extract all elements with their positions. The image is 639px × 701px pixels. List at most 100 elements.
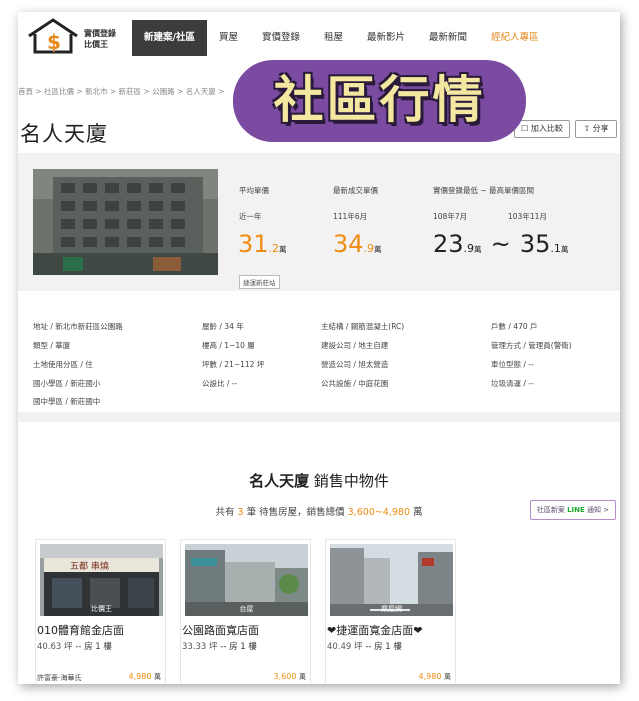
for-sale-title-rest: 銷售中物件: [313, 472, 389, 490]
listing-name[interactable]: ❤捷運面寬金店面❤: [327, 622, 422, 638]
listing-card[interactable]: 五都 串燒 比價王 010體育館金店面 40.63 坪 -- 房 1 樓 許富豪…: [35, 539, 166, 684]
share-button[interactable]: ⇧ 分享: [575, 120, 617, 138]
listing-price: 4,980 萬: [129, 672, 161, 682]
low-price-date: 108年7月: [433, 212, 468, 221]
logo-line-2: 比價王: [84, 40, 108, 49]
low-price-unit: 萬: [474, 245, 482, 254]
nav-new-projects[interactable]: 新建案/社區: [132, 20, 207, 56]
site-logo[interactable]: $ 實價登錄 比價王: [26, 16, 130, 60]
detail-zoning: 土地使用分區 / 住: [33, 360, 93, 369]
building-photo[interactable]: [33, 169, 218, 275]
listing-price-unit: 萬: [444, 673, 451, 681]
listing-card[interactable]: 樂屋網 ❤捷運面寬金店面❤ 40.49 坪 -- 房 1 樓 4,980 萬: [325, 539, 456, 684]
latest-price-date: 111年6月: [333, 212, 368, 221]
low-price-dec: .9: [463, 242, 475, 255]
detail-builder: 建設公司 / 地主自建: [321, 341, 389, 350]
low-price-int: 23: [433, 230, 464, 258]
community-details: 地址 / 新北市新莊區公園路 類型 / 華廈 土地使用分區 / 住 國小學區 /…: [18, 292, 620, 414]
latest-price-value: 34.9萬: [333, 230, 382, 258]
share-icon: ⇧: [583, 124, 591, 133]
nav-transaction-records[interactable]: 實價登錄: [250, 20, 312, 56]
listing-price-value: 4,980: [128, 672, 152, 681]
high-price-int: 35: [519, 230, 551, 258]
page-frame: $ 實價登錄 比價王 新建案/社區 買屋 實價登錄 租屋 最新影片 最新新聞 經…: [18, 12, 620, 684]
line-notify-prefix: 社區新案: [536, 506, 565, 514]
detail-households: 戶數 / 470 戶: [491, 322, 538, 331]
avg-price-dec: .2: [268, 242, 280, 255]
listing-price: 4,980 萬: [419, 672, 451, 682]
nav-buy[interactable]: 買屋: [207, 20, 250, 56]
line-notify-suffix: 通知 >: [587, 506, 610, 514]
listing-watermark: 樂屋網: [381, 605, 402, 613]
latest-price-dec: .9: [363, 242, 375, 255]
detail-garbage: 垃圾清運 / --: [491, 379, 534, 388]
detail-facilities: 公共設施 / 中庭花園: [321, 379, 389, 388]
listing-photo[interactable]: 五都 串燒 比價王: [40, 544, 163, 616]
page-title: 名人天廈: [20, 122, 108, 146]
detail-age: 屋齡 / 34 年: [202, 322, 244, 331]
avg-price-period: 近一年: [239, 212, 262, 221]
detail-parking: 車位型態 / --: [491, 360, 534, 369]
nav-agent-area[interactable]: 經紀人專區: [479, 20, 551, 56]
latest-price-int: 34: [333, 230, 364, 258]
listing-rooms: -- 房 1 樓: [220, 642, 257, 652]
detail-address: 地址 / 新北市新莊區公園路: [33, 322, 123, 331]
listing-price-unit: 萬: [154, 673, 161, 681]
breadcrumb[interactable]: 首頁 > 社區比價 > 新北市 > 新莊區 > 公園路 > 名人天廈 >: [18, 86, 224, 97]
price-range-label: 實價登錄最低 ~ 最高單價區間: [433, 186, 535, 195]
detail-middle: 國中學區 / 新莊國中: [33, 397, 101, 406]
price-panel: 平均單價 近一年 31.2萬 最新成交單價 111年6月 34.9萬 實價登錄最…: [18, 153, 620, 291]
summary-prefix: 共有: [215, 507, 235, 518]
summary-range: 3,600~4,980: [347, 507, 410, 518]
range-tilde: ~: [490, 230, 511, 258]
building-image: [33, 169, 218, 275]
listing-size: 33.33 坪: [182, 642, 218, 652]
line-word: LINE: [567, 506, 585, 514]
price-range-value: 23.9萬 ~ 35.1萬: [433, 230, 568, 258]
listing-size: 40.63 坪: [37, 642, 73, 652]
nav-videos[interactable]: 最新影片: [355, 20, 417, 56]
nav-rent[interactable]: 租屋: [312, 20, 355, 56]
listing-spec: 40.49 坪 -- 房 1 樓: [327, 640, 402, 652]
high-price-dec: .1: [550, 242, 561, 255]
listing-size: 40.49 坪: [327, 642, 363, 652]
listing-spec: 40.63 坪 -- 房 1 樓: [37, 640, 112, 652]
house-dollar-icon: $: [28, 18, 78, 54]
section-divider: [18, 412, 620, 422]
logo-line-1: 實價登錄: [84, 29, 116, 38]
nav-news[interactable]: 最新新聞: [417, 20, 479, 56]
avg-price-label: 平均單價: [239, 186, 269, 195]
detail-structure: 主結構 / 鋼筋混凝土(RC): [321, 322, 405, 331]
avg-price-value: 31.2萬: [238, 230, 287, 258]
detail-contractor: 營造公司 / 旭太營造: [321, 360, 389, 369]
listing-card[interactable]: 台屋 公園路面寬店面 33.33 坪 -- 房 1 樓 3,600 萬: [180, 539, 311, 684]
line-notify-button[interactable]: 社區新案 LINE 通知 >: [530, 500, 616, 520]
logo-text: 實價登錄 比價王: [84, 28, 116, 50]
title-banner: 社區行情: [233, 60, 526, 142]
top-navigation-bar: $ 實價登錄 比價王 新建案/社區 買屋 實價登錄 租屋 最新影片 最新新聞 經…: [18, 12, 620, 64]
listing-name[interactable]: 010體育館金店面: [37, 622, 124, 638]
share-label: 分享: [592, 124, 609, 133]
for-sale-title: 名人天廈 銷售中物件: [18, 470, 620, 491]
detail-type: 類型 / 華廈: [33, 341, 71, 350]
detail-floors: 樓高 / 1~10 層: [202, 341, 255, 350]
listing-photo[interactable]: 樂屋網: [330, 544, 453, 616]
for-sale-title-name: 名人天廈: [249, 472, 310, 490]
banner-text: 社區行情: [273, 71, 486, 129]
avg-price-int: 31: [238, 230, 269, 258]
listing-price-unit: 萬: [299, 673, 306, 681]
svg-text:五都 串燒: 五都 串燒: [70, 560, 109, 572]
listing-name[interactable]: 公園路面寬店面: [182, 622, 259, 638]
add-compare-label: 加入比較: [530, 124, 563, 133]
main-nav: 新建案/社區 買屋 實價登錄 租屋 最新影片 最新新聞 經紀人專區: [132, 20, 551, 56]
high-price-unit: 萬: [560, 245, 569, 254]
summary-count: 3: [237, 507, 244, 518]
detail-elementary: 國小學區 / 新莊國小: [33, 379, 101, 388]
station-tag[interactable]: 捷運新莊站: [239, 275, 280, 289]
listing-rooms: -- 房 1 樓: [365, 642, 402, 652]
listing-price-value: 4,980: [418, 672, 442, 681]
listing-watermark: 台屋: [239, 605, 254, 613]
high-price-date: 103年11月: [508, 212, 547, 221]
avg-price-unit: 萬: [279, 245, 287, 254]
listing-photo[interactable]: 台屋: [185, 544, 308, 616]
